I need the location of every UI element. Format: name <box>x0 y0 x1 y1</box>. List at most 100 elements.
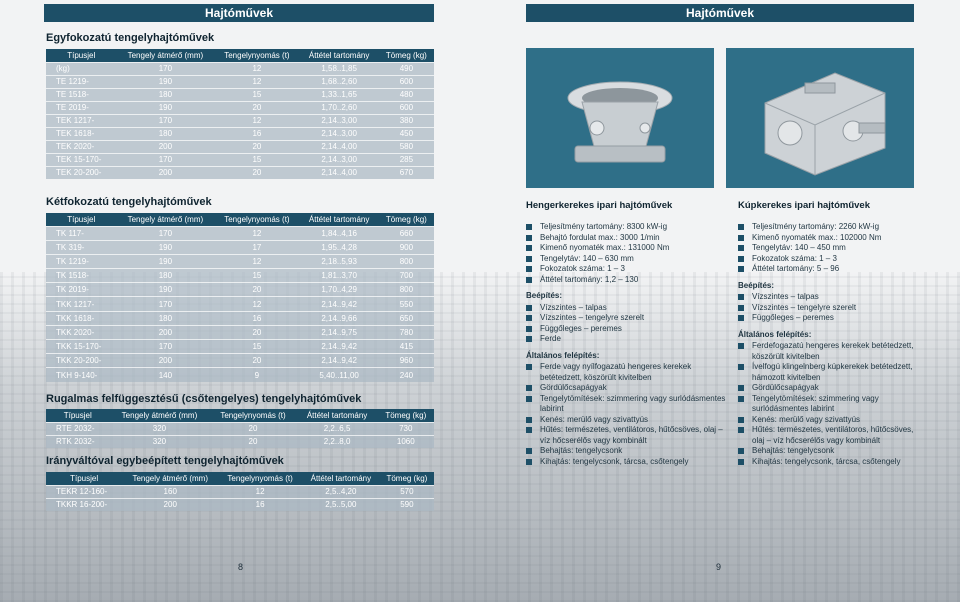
list-item: Függőleges – peremes <box>526 324 726 335</box>
column-header: Áttétel tartomány <box>299 49 379 62</box>
table-cell: 1,95..4,28 <box>299 239 379 255</box>
table-cell: 12 <box>214 296 300 312</box>
table-cell: TK 117- <box>46 225 117 241</box>
list-item: Behajtás: tengelycsonk <box>526 446 726 457</box>
table-cell: 20 <box>214 100 300 114</box>
list-item: Tengelytömítések: szimmering vagy surlód… <box>526 394 726 415</box>
list-item: Ferdefogazatú hengeres kerekek betétedze… <box>738 341 928 362</box>
column-header: Áttétel tartomány <box>299 213 379 226</box>
table-two-stage: Típusjel Tengely átmérő (mm) Tengelynyomás… <box>46 213 434 383</box>
table-header-row: Típusjel Tengely átmérő (mm) Tengelynyomás… <box>46 49 434 62</box>
table-row: TEK 2020- 200 20 2,14..4,00 580 <box>46 139 434 153</box>
table-row: TKKR 16-200- 200 16 2,5..5,00 590 <box>46 497 434 511</box>
right-page: Hajtóművek Hengerkerekes ipari hajtóműve… <box>480 0 960 602</box>
table-cell: 200 <box>116 165 215 179</box>
group-heading: Általános felépítés: <box>738 329 812 339</box>
table-cell: 960 <box>378 353 434 368</box>
column-header: Tengely átmérő (mm) <box>116 213 215 226</box>
group-heading: Általános felépítés: <box>526 350 600 360</box>
specs-list: Teljesítmény tartomány: 2260 kW-ig Kimenő… <box>738 222 928 275</box>
list-item: Ferde vagy nyílfogazatú hengeres kerekek… <box>526 362 726 383</box>
table-cell: 190 <box>116 74 215 88</box>
table-cell: 12 <box>214 225 300 241</box>
table-row: TEK 20-200- 200 20 2,14..4,00 670 <box>46 165 434 179</box>
table-cell: 20 <box>214 282 300 297</box>
table-cell: 12 <box>214 74 300 88</box>
table-cell: TEK 15-170- <box>46 152 117 166</box>
table-cell: TEK 2020- <box>46 139 117 153</box>
list-item: Fokozatok száma: 1 – 3 <box>738 254 928 265</box>
page-number-left: 8 <box>238 562 244 572</box>
table-row: TK 2019- 190 20 1,70..4,29 800 <box>46 282 434 297</box>
table-cell: 9 <box>214 367 300 383</box>
table-cell: 170 <box>116 338 215 354</box>
cylindrical-title: Hengerkerekes ipari hajtóművek <box>526 200 673 211</box>
table-cell: TEKR 12-160- <box>46 484 123 498</box>
list-item: Áttétel tartomány: 5 – 96 <box>738 264 928 275</box>
table-cell: 2,5..5,00 <box>301 497 380 511</box>
table-cell: 2,14..4,00 <box>299 139 379 153</box>
list-item: Tengelytömítések: szimmering vagy surlód… <box>738 394 928 415</box>
table-cell: 20 <box>209 434 297 448</box>
table-cell: TKH 9-140- <box>46 367 117 383</box>
column-header: Tömeg (kg) <box>378 49 434 62</box>
column-header: Áttétel tartomány <box>296 409 378 422</box>
page-number-right: 9 <box>716 562 722 572</box>
column-header: Áttétel tartomány <box>301 472 380 485</box>
table-row: TEK 15-170- 170 15 2,14..3,00 285 <box>46 152 434 166</box>
table-cell: 320 <box>109 434 210 448</box>
table-row: TK 319- 190 17 1,95..4,28 900 <box>46 239 434 255</box>
table-cell: 15 <box>214 338 300 354</box>
table-cell: 700 <box>378 268 434 283</box>
table-cell: TKKR 16-200- <box>46 497 123 511</box>
table-cell: TKK 20-200- <box>46 353 117 368</box>
table-cell: 2,14..3,00 <box>299 126 379 140</box>
table-cell: TKK 15-170- <box>46 338 117 354</box>
column-header: Tengelynyomás (t) <box>209 409 297 422</box>
table-row: TKH 9-140- 140 9 5,40..11,00 240 <box>46 367 434 383</box>
table-cell: TEK 20-200- <box>46 165 117 179</box>
list-item: Teljesítmény tartomány: 8300 kW-ig <box>526 222 726 233</box>
table-cell: 170 <box>116 296 215 312</box>
table-cell: TEK 1618- <box>46 126 117 140</box>
general-list: Ferde vagy nyílfogazatú hengeres kerekek… <box>526 362 726 467</box>
table-cell: 180 <box>116 268 215 283</box>
column-header: Típusjel <box>46 49 117 62</box>
table-cell: 600 <box>378 74 434 88</box>
table-cell: 730 <box>377 421 434 435</box>
table-cell: 200 <box>122 497 219 511</box>
table-cell: 580 <box>378 139 434 153</box>
column-header: Tengelynyomás (t) <box>214 49 300 62</box>
column-header: Tömeg (kg) <box>378 213 434 226</box>
section-title-single-stage: Egyfokozatú tengelyhajtóművek <box>46 32 215 44</box>
mount-list: Vízszintes – talpas Vízszintes – tengelyr… <box>738 292 928 324</box>
table-row: TKK 2020- 200 20 2,14..9,75 780 <box>46 324 434 340</box>
table-cell: 490 <box>378 61 434 75</box>
table-cell: 2,14..9,75 <box>299 324 379 340</box>
table-cell: TE 1219- <box>46 74 117 88</box>
list-item: Kenés: merülő vagy szivattyús <box>738 415 928 426</box>
table-row: TEK 1618- 180 16 2,14..3,00 450 <box>46 126 434 140</box>
table-cell: 20 <box>214 165 300 179</box>
table-row: TE 1219- 190 12 1,68..2,60 600 <box>46 74 434 88</box>
table-cell: 180 <box>116 126 215 140</box>
list-item: Kimenő nyomaték max.: 131000 Nm <box>526 243 726 254</box>
table-row: TEK 1217- 170 12 2,14..3,00 380 <box>46 113 434 127</box>
table-cell: 5,40..11,00 <box>299 367 379 383</box>
column-header: Tengelynyomás (t) <box>218 472 302 485</box>
bevel-spec-list: Teljesítmény tartomány: 2260 kW-ig Kimenő… <box>738 222 928 467</box>
table-row: TKK 20-200- 200 20 2,14..9,42 960 <box>46 353 434 368</box>
bevel-gearbox-image <box>726 48 914 188</box>
table-cell: 170 <box>116 152 215 166</box>
table-cell: 20 <box>214 353 300 368</box>
table-cell: 200 <box>116 139 215 153</box>
column-header: Típusjel <box>46 409 110 422</box>
mount-list: Vízszintes – talpas Vízszintes – tengelyr… <box>526 303 726 345</box>
table-cell: TK 319- <box>46 239 117 255</box>
table-cell: 670 <box>378 165 434 179</box>
table-cell: 17 <box>214 239 300 255</box>
table-cell: 1,33..1,65 <box>299 87 379 101</box>
table-cell: TEK 1217- <box>46 113 117 127</box>
table-row: (kg) 170 12 1,58..1,85 490 <box>46 61 434 75</box>
table-cell: 15 <box>214 268 300 283</box>
